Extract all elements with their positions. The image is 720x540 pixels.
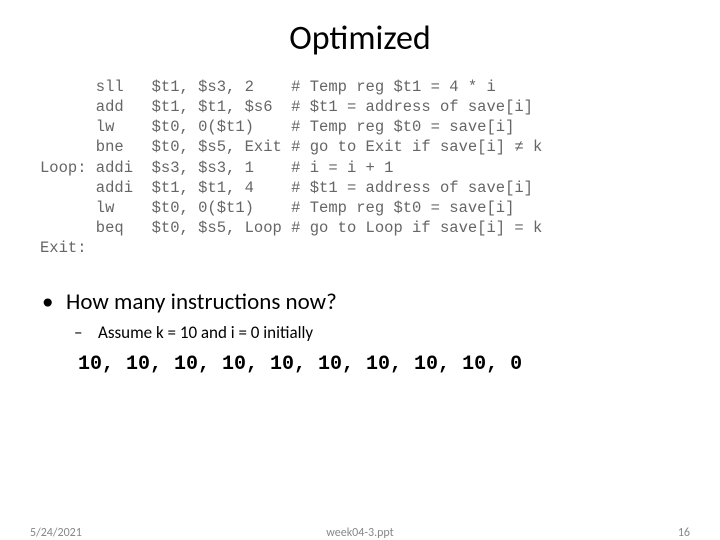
- footer-filename: week04-3.ppt: [0, 526, 720, 540]
- bullet-list: How many instructions now? Assume k = 10…: [0, 258, 720, 343]
- slide: Optimized sll $t1, $s3, 2 # Temp reg $t1…: [0, 0, 720, 540]
- footer-page-number: 16: [678, 526, 690, 540]
- slide-title: Optimized: [0, 0, 720, 67]
- bullet-level1: How many instructions now?: [42, 288, 720, 316]
- answer-sequence: 10, 10, 10, 10, 10, 10, 10, 10, 10, 0: [0, 343, 720, 376]
- code-listing: sll $t1, $s3, 2 # Temp reg $t1 = 4 * i a…: [0, 67, 720, 258]
- bullet-level2: Assume k = 10 and i = 0 initially: [74, 322, 720, 343]
